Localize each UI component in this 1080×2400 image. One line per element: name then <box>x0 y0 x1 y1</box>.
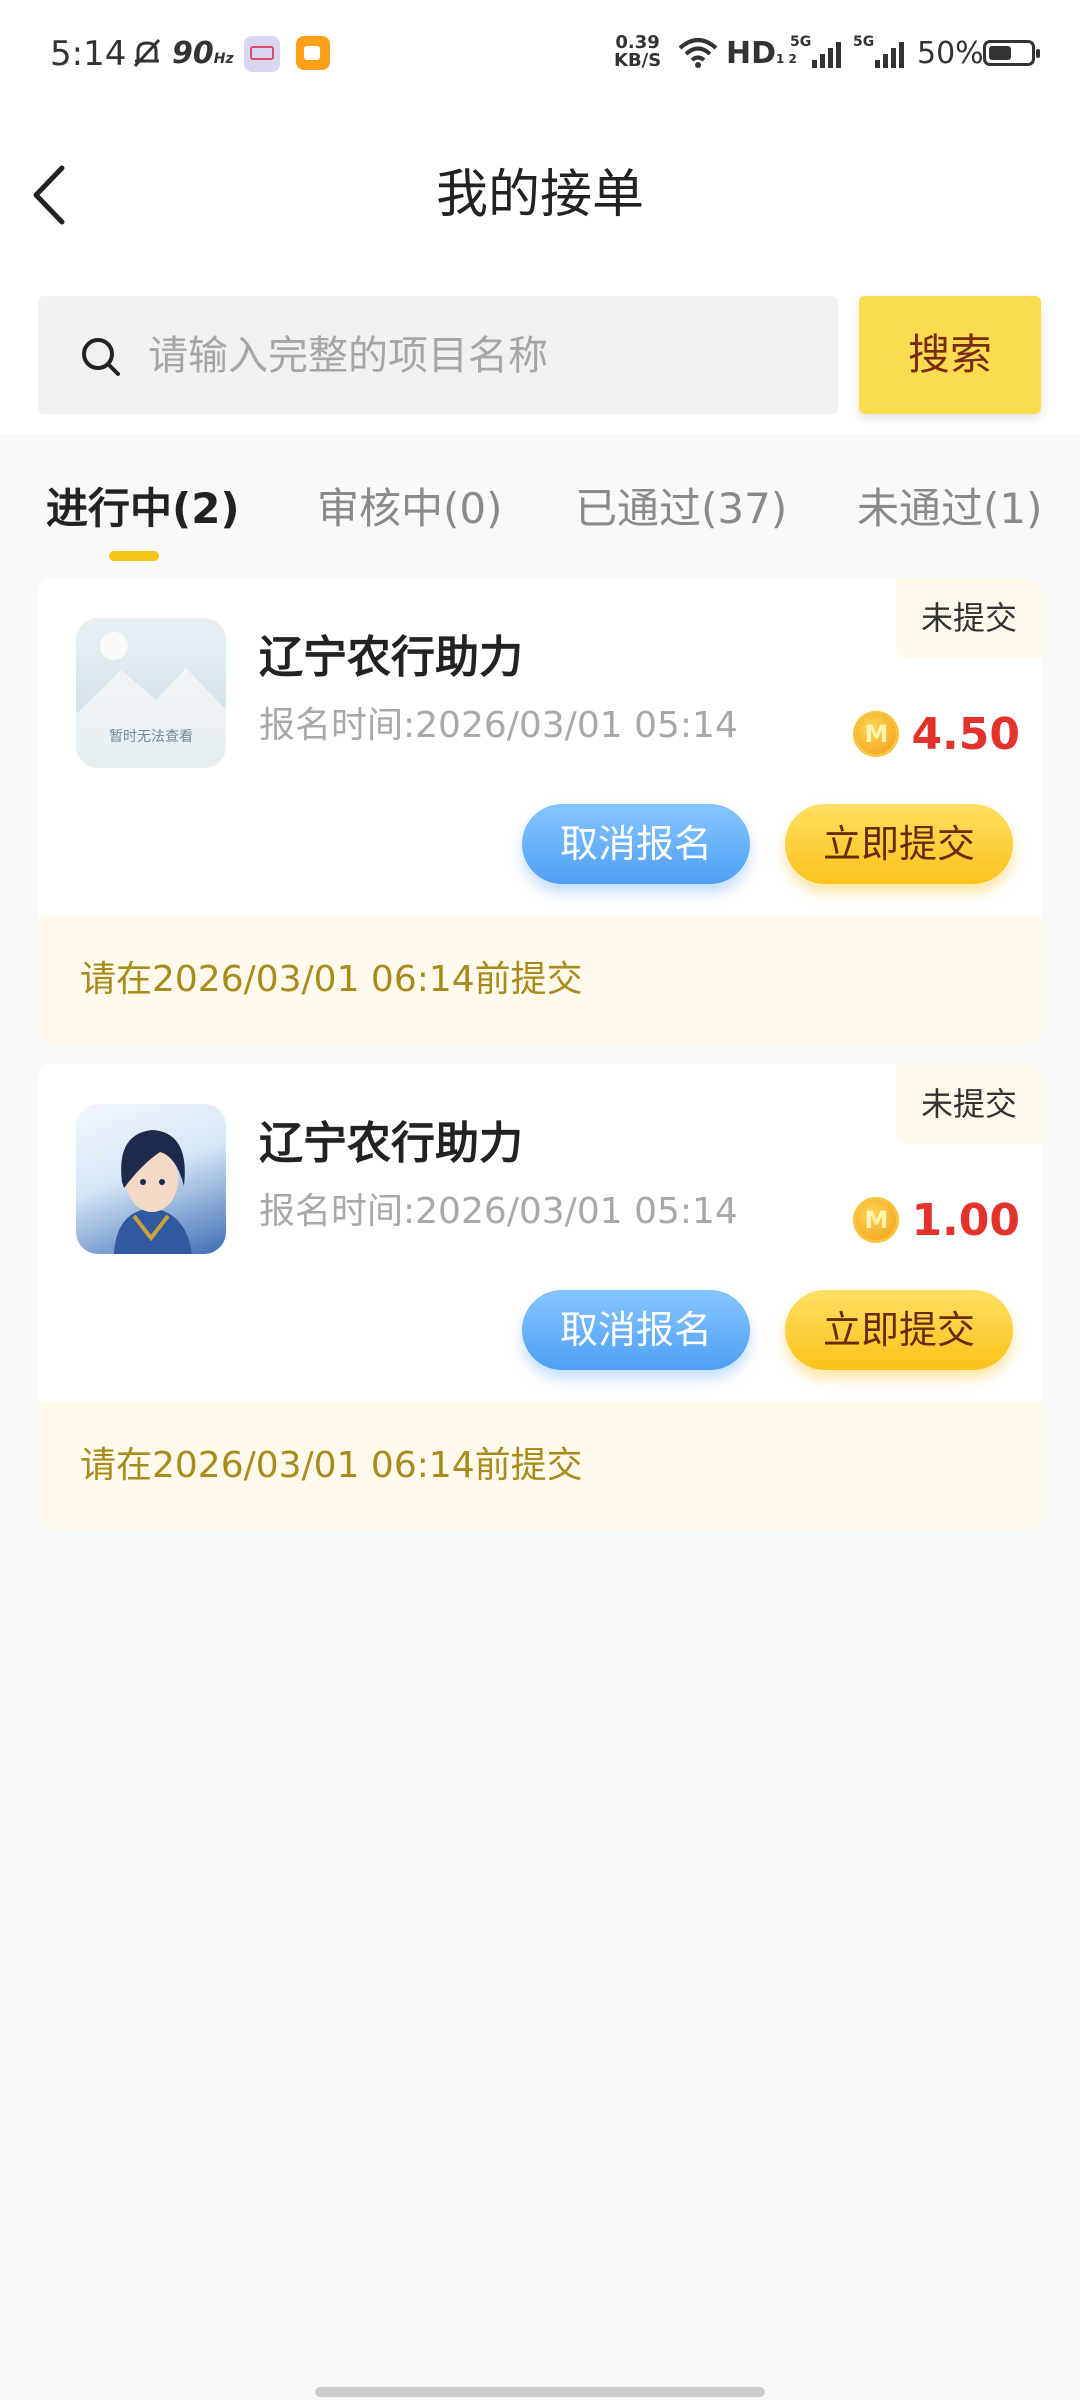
deadline-bar: 请在2026/03/01 06:14前提交 <box>38 916 1042 1044</box>
wifi-icon <box>678 38 718 68</box>
refresh-rate: 90Hz <box>172 36 234 71</box>
tab-approved[interactable]: 已通过(37) <box>575 474 787 544</box>
gesture-home-bar[interactable] <box>315 2387 765 2397</box>
reward: M 4.50 <box>853 704 1020 764</box>
signup-time: 报名时间:2026/03/01 05:14 <box>259 1191 738 1232</box>
reward-amount: 1.00 <box>911 1194 1020 1246</box>
cancel-signup-button[interactable]: 取消报名 <box>522 804 750 884</box>
submit-now-button[interactable]: 立即提交 <box>785 1290 1013 1370</box>
hd-voice: HD1 2 <box>726 36 797 71</box>
reward-amount: 4.50 <box>911 708 1020 760</box>
search-button[interactable]: 搜索 <box>859 296 1041 414</box>
signal-icon: 5G <box>853 34 917 70</box>
deadline-bar: 请在2026/03/01 06:14前提交 <box>38 1402 1042 1530</box>
coin-icon: M <box>853 1197 900 1243</box>
coin-icon: M <box>853 711 900 757</box>
order-card: 未提交 暂时无法查看 辽宁农行助力 报名时间:2026/03/01 05:14 … <box>38 578 1042 1044</box>
tab-indicator <box>109 551 159 561</box>
character-avatar-icon <box>114 1130 192 1254</box>
battery-percent: 50% <box>917 36 984 71</box>
battery-icon <box>983 40 1040 66</box>
tab-under-review[interactable]: 审核中(0) <box>317 474 503 544</box>
signup-time: 报名时间:2026/03/01 05:14 <box>259 705 738 746</box>
project-title: 辽宁农行助力 <box>259 1118 523 1169</box>
signal-icon: 5G <box>790 34 854 70</box>
screen-record-icon <box>296 36 330 70</box>
cancel-signup-button[interactable]: 取消报名 <box>522 1290 750 1370</box>
submit-now-button[interactable]: 立即提交 <box>785 804 1013 884</box>
project-title: 辽宁农行助力 <box>259 632 523 683</box>
status-bar: 5:14 90Hz 0.39 KB/S HD1 2 5G 5G 50% <box>0 0 1080 110</box>
tab-rejected[interactable]: 未通过(1) <box>857 474 1043 544</box>
network-speed: 0.39 KB/S <box>614 32 662 71</box>
search-icon <box>82 338 120 376</box>
search-input[interactable] <box>148 326 808 386</box>
status-badge: 未提交 <box>896 1064 1042 1144</box>
deadline-text: 请在2026/03/01 06:14前提交 <box>80 959 583 1000</box>
bell-muted-icon <box>133 38 161 68</box>
app-notification-icon <box>244 36 280 72</box>
reward: M 1.00 <box>853 1190 1020 1250</box>
project-thumbnail: 暂时无法查看 <box>76 618 226 768</box>
project-thumbnail <box>76 1104 226 1254</box>
order-card: 未提交 辽宁农行助力 报名时间:2026/03/01 05:14 M 1.00 … <box>38 1064 1042 1530</box>
deadline-text: 请在2026/03/01 06:14前提交 <box>80 1445 583 1486</box>
tab-in-progress[interactable]: 进行中(2) <box>46 474 240 544</box>
placeholder-text: 暂时无法查看 <box>109 729 193 745</box>
status-badge: 未提交 <box>896 578 1042 658</box>
status-time: 5:14 <box>50 34 127 74</box>
page-title: 我的接单 <box>435 165 644 225</box>
